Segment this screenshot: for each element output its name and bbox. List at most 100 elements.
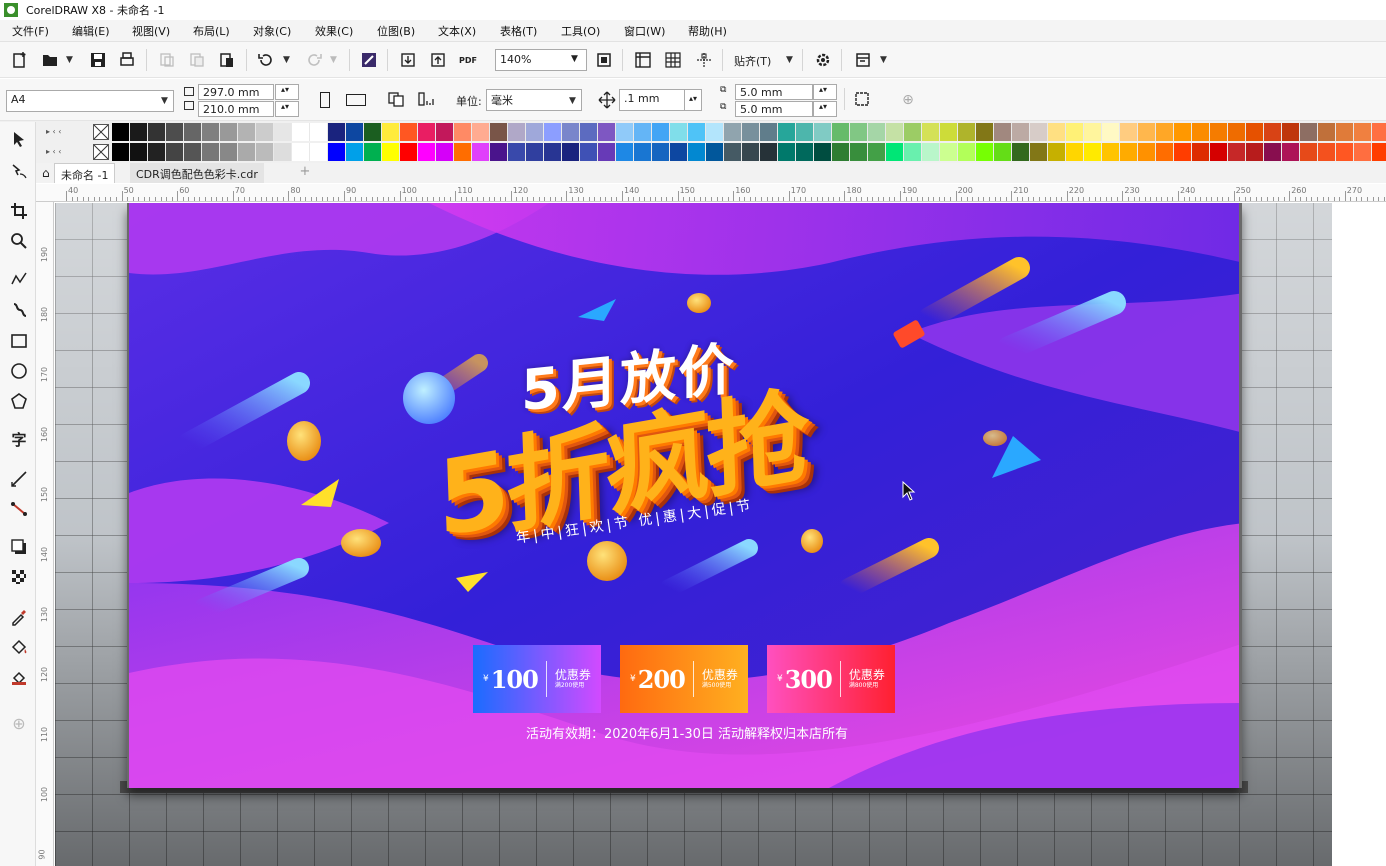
- color-swatch[interactable]: [544, 123, 562, 141]
- color-swatch[interactable]: [994, 143, 1012, 161]
- freehand-tool-icon[interactable]: [8, 268, 30, 290]
- color-swatch[interactable]: [598, 143, 616, 161]
- palette-scroll-icon[interactable]: ▸ ‹ ‹: [46, 147, 62, 156]
- color-swatch[interactable]: [850, 123, 868, 141]
- color-swatch[interactable]: [1228, 123, 1246, 141]
- color-swatch[interactable]: [868, 143, 886, 161]
- color-swatch[interactable]: [418, 143, 436, 161]
- chevron-down-icon[interactable]: ▼: [283, 55, 290, 65]
- color-swatch[interactable]: [256, 143, 274, 161]
- color-swatch[interactable]: [112, 143, 130, 161]
- color-swatch[interactable]: [1300, 143, 1318, 161]
- crop-tool-icon[interactable]: [8, 200, 30, 222]
- color-swatch[interactable]: [562, 143, 580, 161]
- horizontal-ruler[interactable]: 40 50 60 70 80 90 100 110 120 130 140 150 160 170 180 1…: [36, 184, 1386, 202]
- color-swatch[interactable]: [958, 123, 976, 141]
- menu-layout[interactable]: 布局(L): [193, 23, 230, 39]
- color-swatch[interactable]: [166, 143, 184, 161]
- cut-icon[interactable]: [157, 50, 177, 70]
- color-swatch[interactable]: [148, 123, 166, 141]
- nudge-spinner[interactable]: ▴▾: [684, 89, 702, 111]
- color-swatch[interactable]: [1066, 143, 1084, 161]
- color-swatch[interactable]: [1138, 123, 1156, 141]
- color-swatch[interactable]: [1372, 143, 1386, 161]
- color-swatch[interactable]: [940, 123, 958, 141]
- color-swatch[interactable]: [1120, 123, 1138, 141]
- color-swatch[interactable]: [652, 123, 670, 141]
- home-icon[interactable]: ⌂: [42, 166, 50, 180]
- color-swatch[interactable]: [526, 143, 544, 161]
- color-swatch[interactable]: [832, 143, 850, 161]
- color-swatch[interactable]: [1084, 123, 1102, 141]
- color-swatch[interactable]: [1246, 123, 1264, 141]
- color-swatch[interactable]: [724, 123, 742, 141]
- color-swatch[interactable]: [1192, 123, 1210, 141]
- color-swatch[interactable]: [1120, 143, 1138, 161]
- tab-cdr-file[interactable]: CDR调色配色色彩卡.cdr: [130, 163, 264, 183]
- color-swatch[interactable]: [796, 143, 814, 161]
- color-swatch[interactable]: [886, 123, 904, 141]
- color-swatch[interactable]: [436, 143, 454, 161]
- color-swatch[interactable]: [544, 143, 562, 161]
- chevron-down-icon[interactable]: ▼: [786, 55, 793, 65]
- paste-icon[interactable]: [217, 50, 237, 70]
- color-swatch[interactable]: [184, 123, 202, 141]
- color-swatch[interactable]: [1102, 123, 1120, 141]
- show-rulers-icon[interactable]: [633, 50, 653, 70]
- open-icon[interactable]: [40, 50, 60, 70]
- color-swatch[interactable]: [238, 123, 256, 141]
- color-swatch[interactable]: [1336, 123, 1354, 141]
- freehand-pick-icon[interactable]: [8, 160, 30, 182]
- tab-untitled[interactable]: 未命名 -1: [54, 163, 116, 183]
- color-swatch[interactable]: [706, 143, 724, 161]
- connector-tool-icon[interactable]: [8, 498, 30, 520]
- color-swatch[interactable]: [1282, 143, 1300, 161]
- vertical-ruler[interactable]: 190 180 170 160 150 140 130 120 110 100 90: [36, 202, 54, 866]
- color-swatch[interactable]: [310, 123, 328, 141]
- color-swatch[interactable]: [1048, 123, 1066, 141]
- color-swatch[interactable]: [994, 123, 1012, 141]
- color-swatch[interactable]: [814, 143, 832, 161]
- color-swatch[interactable]: [418, 123, 436, 141]
- color-swatch[interactable]: [742, 143, 760, 161]
- no-color-swatch[interactable]: [93, 144, 109, 160]
- chevron-down-icon[interactable]: ▼: [161, 96, 168, 106]
- color-swatch[interactable]: [1030, 143, 1048, 161]
- color-swatch[interactable]: [1138, 143, 1156, 161]
- color-swatch[interactable]: [364, 143, 382, 161]
- ellipse-tool-icon[interactable]: [8, 360, 30, 382]
- color-swatch[interactable]: [1048, 143, 1066, 161]
- full-screen-icon[interactable]: [594, 50, 614, 70]
- color-swatch[interactable]: [148, 143, 166, 161]
- color-swatch[interactable]: [1318, 143, 1336, 161]
- page-size-select[interactable]: A4: [6, 90, 174, 112]
- color-swatch[interactable]: [1300, 123, 1318, 141]
- color-swatch[interactable]: [1210, 143, 1228, 161]
- color-swatch[interactable]: [1372, 123, 1386, 141]
- menu-effects[interactable]: 效果(C): [315, 23, 353, 39]
- menu-window[interactable]: 窗口(W): [624, 23, 665, 39]
- chevron-down-icon[interactable]: ▼: [571, 54, 578, 64]
- smart-fill-icon[interactable]: [8, 666, 30, 688]
- color-swatch[interactable]: [1192, 143, 1210, 161]
- launcher-icon[interactable]: [853, 50, 873, 70]
- color-swatch[interactable]: [274, 123, 292, 141]
- color-swatch[interactable]: [526, 123, 544, 141]
- color-swatch[interactable]: [1030, 123, 1048, 141]
- chevron-down-icon[interactable]: ▼: [880, 55, 887, 65]
- color-swatch[interactable]: [958, 143, 976, 161]
- chevron-down-icon[interactable]: ▼: [569, 96, 576, 106]
- interactive-fill-icon[interactable]: [8, 636, 30, 658]
- dup-y-spinner[interactable]: ▴▾: [813, 101, 837, 117]
- page-height-field[interactable]: 210.0 mm: [198, 101, 274, 117]
- color-swatch[interactable]: [1246, 143, 1264, 161]
- rectangle-tool-icon[interactable]: [8, 330, 30, 352]
- color-swatch[interactable]: [508, 143, 526, 161]
- color-swatch[interactable]: [814, 123, 832, 141]
- new-icon[interactable]: [10, 50, 30, 70]
- options-icon[interactable]: [813, 50, 833, 70]
- portrait-icon[interactable]: [320, 92, 330, 108]
- menu-help[interactable]: 帮助(H): [688, 23, 727, 39]
- color-swatch[interactable]: [1264, 143, 1282, 161]
- color-swatch[interactable]: [850, 143, 868, 161]
